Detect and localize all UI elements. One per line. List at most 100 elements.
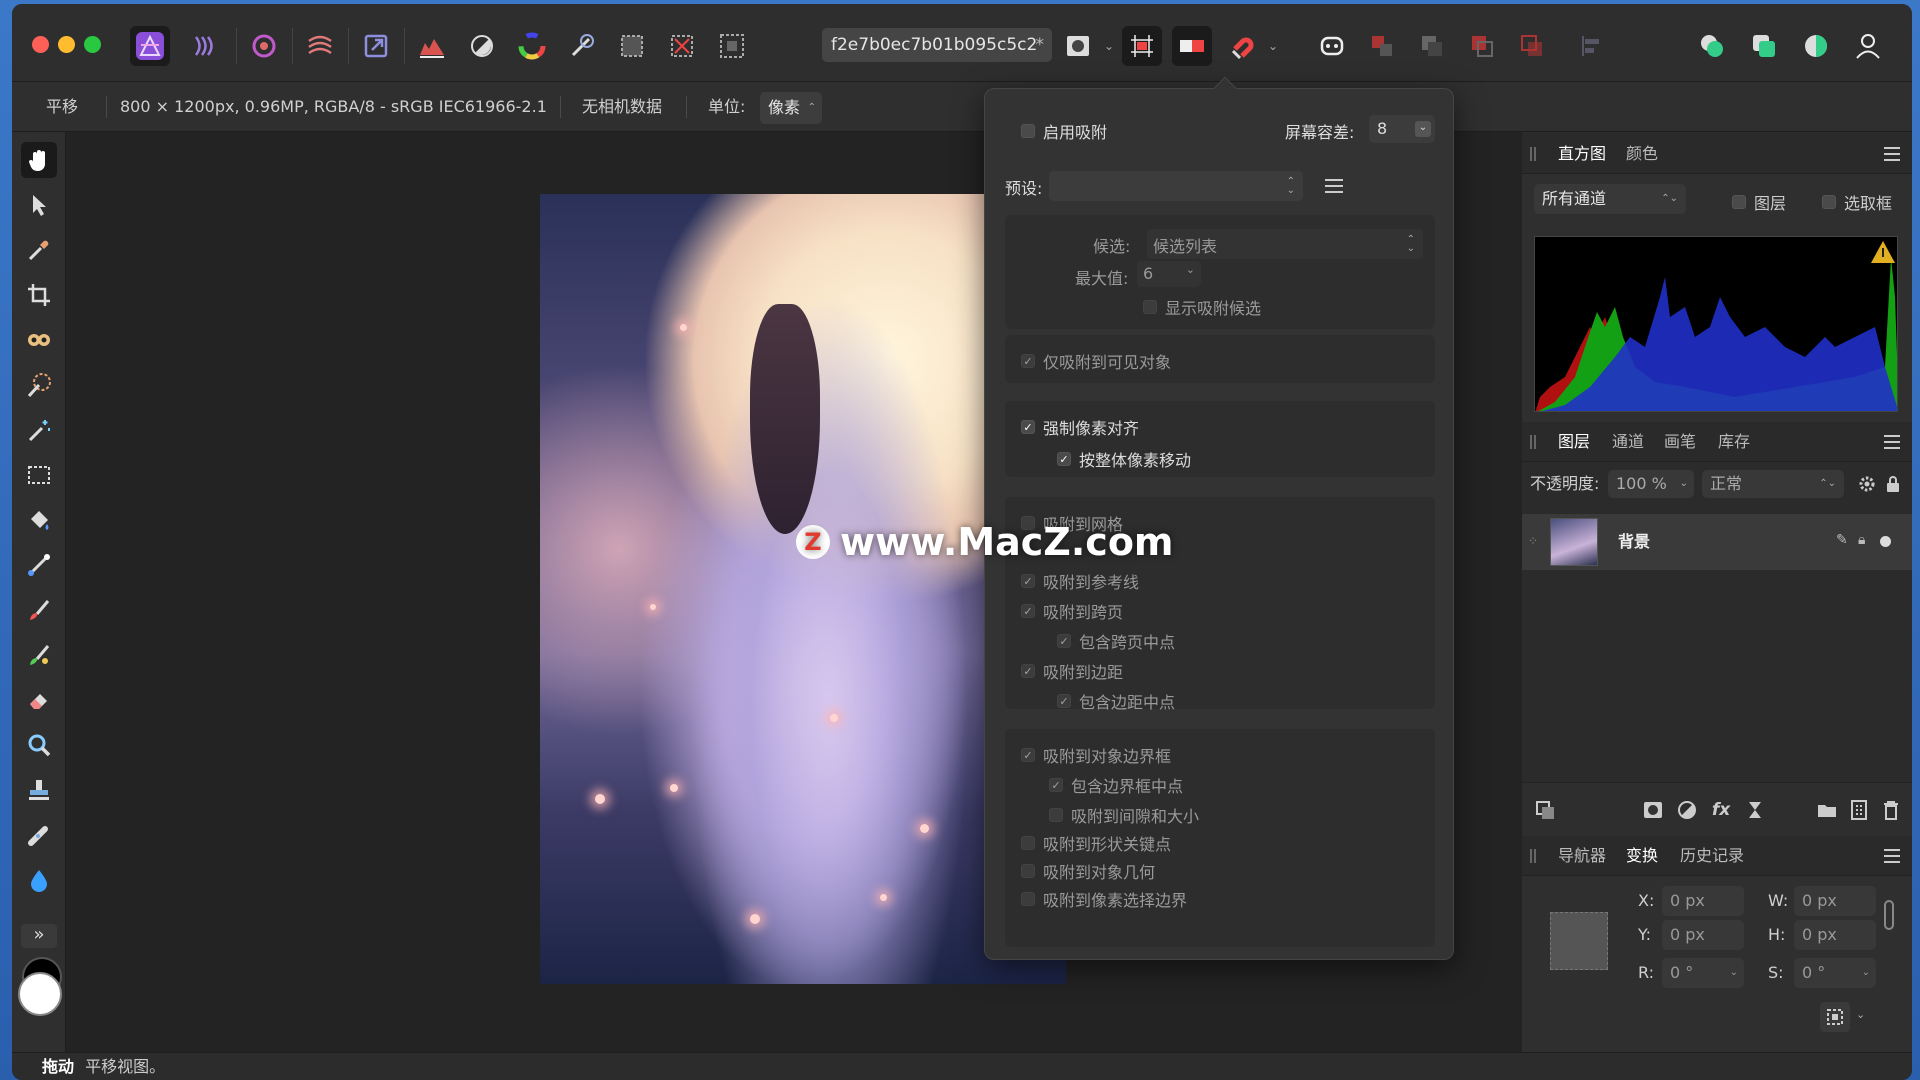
flood-fill-tool[interactable]: [21, 502, 57, 538]
clone-brush-tool[interactable]: [21, 772, 57, 808]
fx-button[interactable]: fx: [1706, 795, 1736, 825]
marquee-checkbox[interactable]: [1822, 195, 1836, 209]
link-icon[interactable]: [1884, 900, 1894, 930]
tab-transform[interactable]: 变换: [1626, 836, 1658, 876]
layer-checkbox-row[interactable]: 图层: [1732, 190, 1786, 214]
deselect-button[interactable]: [662, 26, 702, 66]
panel-menu-icon[interactable]: [1884, 849, 1900, 863]
primary-color-swatch[interactable]: [18, 972, 62, 1016]
tab-history[interactable]: 历史记录: [1680, 836, 1744, 876]
show-candidates-checkbox[interactable]: [1143, 300, 1157, 314]
magnet-dropdown[interactable]: ⌄: [1262, 26, 1284, 66]
snap-geometry-checkbox[interactable]: [1021, 864, 1035, 878]
blend-mode-select[interactable]: 正常 ⌃⌄: [1702, 470, 1844, 498]
assistant-button[interactable]: [1172, 26, 1212, 66]
tab-brushes[interactable]: 画笔: [1664, 422, 1696, 462]
erase-brush-tool[interactable]: [21, 682, 57, 718]
move-tool[interactable]: [21, 187, 57, 223]
invert-selection-button[interactable]: [712, 26, 752, 66]
show-candidates-row[interactable]: 显示吸附候选: [1143, 295, 1261, 319]
photo-persona-button[interactable]: [130, 26, 170, 66]
minimize-window-button[interactable]: [58, 36, 75, 53]
snap-spreads-checkbox[interactable]: ✓: [1021, 604, 1035, 618]
snap-bbox-row[interactable]: ✓ 吸附到对象边界框: [1021, 743, 1171, 767]
boolean-intersect-button[interactable]: [1796, 26, 1836, 66]
layer-drag-icon[interactable]: ⁘: [1528, 534, 1538, 548]
delete-layer-button[interactable]: [1876, 795, 1906, 825]
tab-histogram[interactable]: 直方图: [1558, 134, 1606, 174]
spread-mid-checkbox[interactable]: ✓: [1057, 634, 1071, 648]
force-pixel-row[interactable]: ✓ 强制像素对齐: [1021, 415, 1139, 439]
panel-grip[interactable]: [1530, 849, 1536, 863]
crop-tool[interactable]: [21, 277, 57, 313]
snap-pixel-selection-row[interactable]: 吸附到像素选择边界: [1021, 887, 1187, 911]
boolean-add-button[interactable]: [1692, 26, 1732, 66]
snap-spreads-row[interactable]: ✓ 吸附到跨页: [1021, 599, 1123, 623]
tab-navigator[interactable]: 导航器: [1558, 836, 1606, 876]
whole-pixel-checkbox[interactable]: ✓: [1057, 452, 1071, 466]
select-all-button[interactable]: [612, 26, 652, 66]
healing-brush-tool[interactable]: [21, 817, 57, 853]
visibility-dot-icon[interactable]: [1880, 536, 1891, 547]
preset-menu-icon[interactable]: [1325, 179, 1343, 193]
lock-button[interactable]: [1878, 469, 1908, 499]
panel-grip[interactable]: [1530, 435, 1536, 449]
magic-wand-tool[interactable]: [21, 412, 57, 448]
magnet-button[interactable]: [1222, 26, 1262, 66]
zoom-tool[interactable]: [21, 727, 57, 763]
more-tools-button[interactable]: »: [21, 924, 57, 948]
margin-mid-row[interactable]: ✓ 包含边距中点: [1057, 689, 1175, 713]
add-pixel-layer-button[interactable]: [1844, 795, 1874, 825]
color-picker-tool[interactable]: [21, 232, 57, 268]
add-group-button[interactable]: [1812, 795, 1842, 825]
export-persona-button[interactable]: [356, 26, 396, 66]
gradient-tool[interactable]: [21, 547, 57, 583]
live-filter-button[interactable]: [1740, 795, 1770, 825]
visible-only-checkbox[interactable]: ✓: [1021, 354, 1035, 368]
panel-grip[interactable]: [1530, 147, 1536, 161]
snapping-button[interactable]: [1122, 26, 1162, 66]
paint-brush-tool[interactable]: [21, 592, 57, 628]
whole-pixel-row[interactable]: ✓ 按整体像素移动: [1057, 447, 1191, 471]
bbox-mid-checkbox[interactable]: ✓: [1049, 778, 1063, 792]
adjustment-button[interactable]: [1672, 795, 1702, 825]
tab-channels[interactable]: 通道: [1612, 422, 1644, 462]
anchor-selector[interactable]: [1550, 912, 1608, 970]
enable-snapping-checkbox[interactable]: [1021, 124, 1035, 138]
hsl-button[interactable]: [512, 26, 552, 66]
panel-menu-icon[interactable]: [1884, 147, 1900, 161]
opacity-field[interactable]: 100 % ⌄: [1608, 470, 1694, 498]
selection-brush-tool[interactable]: [21, 367, 57, 403]
snap-shape-keys-checkbox[interactable]: [1021, 836, 1035, 850]
preset-select[interactable]: ⌃ ⌄: [1049, 171, 1303, 201]
chevron-down-icon[interactable]: ⌄: [1856, 1008, 1865, 1021]
blur-brush-tool[interactable]: [21, 862, 57, 898]
transform-origin-button[interactable]: [1820, 1002, 1850, 1032]
candidate-select[interactable]: 候选列表 ⌃ ⌄: [1147, 229, 1423, 259]
marquee-tool[interactable]: [21, 457, 57, 493]
x-field[interactable]: 0 px: [1662, 886, 1744, 916]
snap-pixel-selection-checkbox[interactable]: [1021, 892, 1035, 906]
spread-mid-row[interactable]: ✓ 包含跨页中点: [1057, 629, 1175, 653]
visible-only-row[interactable]: ✓ 仅吸附到可见对象: [1021, 349, 1171, 373]
brush-lock-icon[interactable]: ✎: [1836, 532, 1848, 548]
rotation-field[interactable]: 0 ° ⌄: [1662, 958, 1744, 988]
y-field[interactable]: 0 px: [1662, 920, 1744, 950]
snap-gaps-row[interactable]: 吸附到间隙和大小: [1049, 803, 1199, 827]
arrange-backward-button[interactable]: [1412, 26, 1452, 66]
account-button[interactable]: [1848, 26, 1888, 66]
assistant-manager-button[interactable]: [1312, 26, 1352, 66]
arrange-forward-button[interactable]: [1462, 26, 1502, 66]
channel-select[interactable]: 所有通道 ⌃⌄: [1534, 184, 1686, 214]
snap-margins-row[interactable]: ✓ 吸附到边距: [1021, 659, 1123, 683]
mixer-brush-tool[interactable]: [21, 637, 57, 673]
levels-button[interactable]: [412, 26, 452, 66]
quick-mask-dropdown[interactable]: ⌄: [1098, 26, 1120, 66]
tone-mapping-persona-button[interactable]: [300, 26, 340, 66]
auto-levels-button[interactable]: [562, 26, 602, 66]
boolean-subtract-button[interactable]: [1744, 26, 1784, 66]
arrange-back-button[interactable]: [1362, 26, 1402, 66]
mask-layer-button[interactable]: [1638, 795, 1668, 825]
tab-layers[interactable]: 图层: [1558, 422, 1590, 462]
enable-snapping-row[interactable]: 启用吸附: [1021, 119, 1107, 143]
